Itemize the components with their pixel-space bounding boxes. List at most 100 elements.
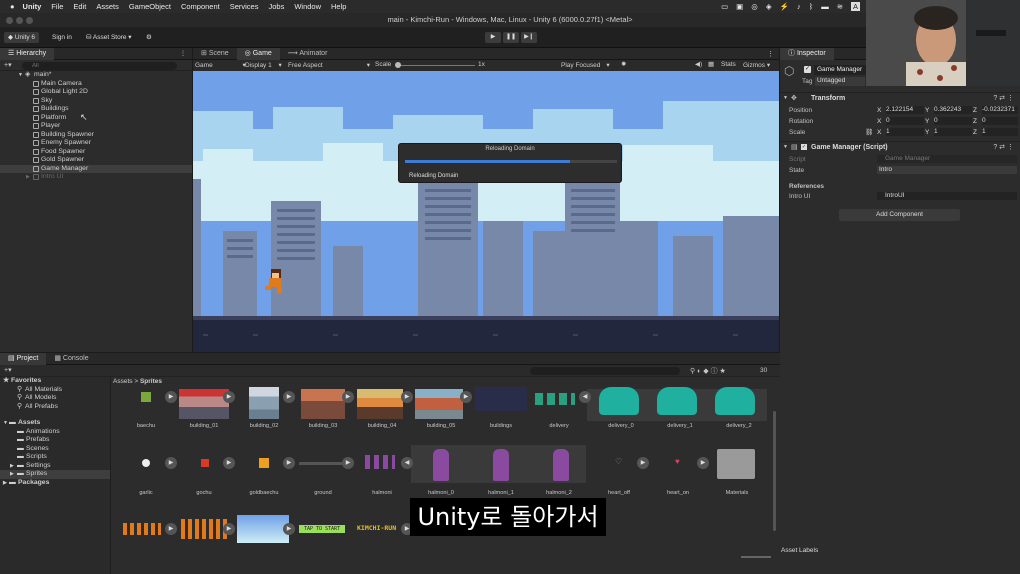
scale-slider[interactable] bbox=[395, 65, 475, 66]
tab-project[interactable]: ▤ Project bbox=[0, 352, 47, 365]
sync-icon[interactable]: ◎ bbox=[751, 2, 758, 11]
hierarchy-item-player[interactable]: Player bbox=[0, 122, 192, 131]
play-focused-dropdown[interactable]: Play Focused ▾ bbox=[561, 61, 610, 69]
screen-icon[interactable]: ▭ bbox=[721, 2, 728, 11]
sprite-delivery-0[interactable] bbox=[599, 387, 639, 415]
packages-folder[interactable]: ▶ ▬ Packages bbox=[0, 479, 110, 488]
expand-sprite-button[interactable]: ▶ bbox=[342, 391, 354, 403]
expand-sprite-button[interactable]: ▶ bbox=[223, 457, 235, 469]
link-icon[interactable]: ⛓ bbox=[865, 128, 873, 136]
expand-sprite-button[interactable]: ▶ bbox=[223, 391, 235, 403]
sprite-baechu[interactable] bbox=[141, 392, 151, 402]
hierarchy-item-food-spawner[interactable]: Food Spawner bbox=[0, 148, 192, 157]
heart-on-icon[interactable]: ♥ bbox=[675, 457, 680, 466]
asset-store-button[interactable]: ⛁ Asset Store ▾ bbox=[82, 32, 136, 43]
folder-animations[interactable]: ▬ Animations bbox=[0, 428, 110, 437]
sprite-buildings[interactable] bbox=[475, 387, 527, 411]
hierarchy-item-enemy-spawner[interactable]: Enemy Spawner bbox=[0, 139, 192, 148]
sprite-delivery-2[interactable] bbox=[715, 387, 755, 415]
active-checkbox[interactable]: ✓ bbox=[804, 66, 811, 73]
expand-sprite-button[interactable]: ▶ bbox=[697, 457, 709, 469]
script-enabled-checkbox[interactable]: ✓ bbox=[801, 144, 807, 150]
bolt-icon[interactable]: ⚡ bbox=[780, 2, 789, 11]
hierarchy-menu-icon[interactable]: ⋮ bbox=[180, 50, 186, 57]
position-y[interactable]: 0.362243 bbox=[934, 106, 972, 114]
scale-y[interactable]: 1 bbox=[934, 128, 972, 136]
expand-sprite-button[interactable]: ▶ bbox=[165, 457, 177, 469]
hierarchy-item-game-manager[interactable]: Game Manager bbox=[0, 164, 192, 173]
favorites-header[interactable]: ★ Favorites bbox=[0, 377, 110, 386]
sprite-building-01[interactable] bbox=[179, 389, 229, 419]
hierarchy-item-intro-ui[interactable]: ▶ Intro UI bbox=[0, 173, 192, 182]
rotation-x[interactable]: 0 bbox=[886, 117, 924, 125]
favorite-all-models[interactable]: ⚲ All Models bbox=[0, 394, 110, 403]
collapse-arrow-icon[interactable]: ▶ bbox=[26, 173, 30, 182]
shortcut-icon[interactable]: ▦ bbox=[708, 60, 714, 68]
menu-services[interactable]: Services bbox=[230, 2, 259, 11]
expand-sprite-button[interactable]: ◀ bbox=[401, 457, 413, 469]
sprite-ground[interactable] bbox=[299, 462, 343, 465]
add-object-button[interactable]: +▾ bbox=[4, 61, 12, 69]
hierarchy-item-gold-spawner[interactable]: Gold Spawner bbox=[0, 156, 192, 165]
expand-sprite-button[interactable]: ▶ bbox=[165, 391, 177, 403]
tab-console[interactable]: ▦ Console bbox=[46, 353, 96, 365]
menu-gameobject[interactable]: GameObject bbox=[129, 2, 171, 11]
tab-hierarchy[interactable]: ☰ Hierarchy bbox=[0, 47, 55, 60]
hierarchy-item-main-camera[interactable]: Main Camera bbox=[0, 80, 192, 89]
keyboard-icon[interactable]: A bbox=[850, 2, 860, 11]
asset-labels-header[interactable]: Asset Labels bbox=[781, 547, 818, 554]
gizmos-dropdown[interactable]: Gizmos ▾ bbox=[743, 61, 770, 69]
sprite-delivery[interactable] bbox=[535, 393, 575, 405]
mute-icon[interactable]: ◀) bbox=[695, 60, 702, 68]
volume-icon[interactable]: ♪ bbox=[797, 2, 801, 11]
menu-assets[interactable]: Assets bbox=[96, 2, 119, 11]
menu-jobs[interactable]: Jobs bbox=[268, 2, 284, 11]
heart-off-icon[interactable]: ♡ bbox=[615, 457, 622, 466]
scale-z[interactable]: 1 bbox=[982, 128, 1018, 136]
close-window-icon[interactable] bbox=[6, 17, 13, 24]
bug-icon[interactable]: ✹ bbox=[621, 60, 626, 68]
expand-sprite-button[interactable]: ▶ bbox=[342, 457, 354, 469]
tab-inspector[interactable]: ⓘ Inspector bbox=[780, 47, 834, 60]
filter-icons[interactable]: ⚲ ◐ ◆ ⓘ ★ bbox=[690, 366, 726, 376]
expand-sprite-button[interactable]: ▶ bbox=[637, 457, 649, 469]
hierarchy-item-sky[interactable]: Sky bbox=[0, 97, 192, 106]
sprite-delivery-1[interactable] bbox=[657, 387, 697, 415]
breadcrumb-sprites[interactable]: Sprites bbox=[140, 378, 162, 385]
expand-sprite-button[interactable]: ▶ bbox=[283, 391, 295, 403]
game-menu-icon[interactable]: ⋮ bbox=[767, 50, 774, 58]
tap-to-start-sprite[interactable]: TAP TO START bbox=[299, 525, 345, 533]
folder-prefabs[interactable]: ▬ Prefabs bbox=[0, 436, 110, 445]
sprite-player-frames[interactable] bbox=[181, 519, 227, 539]
sprite-halmoni-1[interactable] bbox=[493, 449, 509, 481]
assets-folder[interactable]: ▼ ▬ Assets bbox=[0, 419, 110, 428]
sprite-building-04[interactable] bbox=[357, 389, 403, 419]
hierarchy-item-platform[interactable]: Platform bbox=[0, 114, 192, 123]
create-asset-button[interactable]: +▾ bbox=[4, 366, 12, 374]
pause-button[interactable]: ❚❚ bbox=[503, 32, 519, 43]
stats-button[interactable]: Stats bbox=[721, 61, 736, 68]
breadcrumb-assets[interactable]: Assets bbox=[113, 378, 133, 385]
kimchi-run-logo-sprite[interactable]: KIMCHI-RUN bbox=[357, 524, 403, 533]
menu-file[interactable]: File bbox=[51, 2, 63, 11]
sprite-goldbaechu[interactable] bbox=[259, 458, 269, 468]
hierarchy-search-input[interactable] bbox=[22, 62, 177, 70]
folder-settings[interactable]: ▶ ▬ Settings bbox=[0, 462, 110, 471]
tab-animator[interactable]: ⟿ Animator bbox=[280, 48, 336, 60]
expand-sprite-button[interactable]: ▶ bbox=[283, 523, 295, 535]
expand-sprite-button[interactable]: ▶ bbox=[283, 457, 295, 469]
menu-help[interactable]: Help bbox=[331, 2, 346, 11]
expand-sprite-button[interactable]: ◀ bbox=[579, 391, 591, 403]
apple-icon[interactable]: ● bbox=[10, 2, 15, 11]
sprite-halmoni-2[interactable] bbox=[553, 449, 569, 481]
cloud-icon[interactable]: ⚙ bbox=[142, 32, 156, 43]
sprite-halmoni[interactable] bbox=[365, 455, 395, 469]
sprite-building-05[interactable] bbox=[415, 389, 463, 419]
aspect-dropdown[interactable]: Free Aspect ▾ bbox=[288, 61, 370, 69]
tab-game[interactable]: ◎ Game bbox=[236, 47, 280, 60]
game-canvas[interactable]: Reloading Domain Reloading Domain bbox=[193, 71, 779, 352]
display-icon[interactable]: ▣ bbox=[736, 2, 743, 11]
step-button[interactable]: ▶❙ bbox=[521, 32, 537, 43]
expand-arrow-icon[interactable]: ▼ bbox=[18, 71, 23, 80]
menu-window[interactable]: Window bbox=[294, 2, 321, 11]
